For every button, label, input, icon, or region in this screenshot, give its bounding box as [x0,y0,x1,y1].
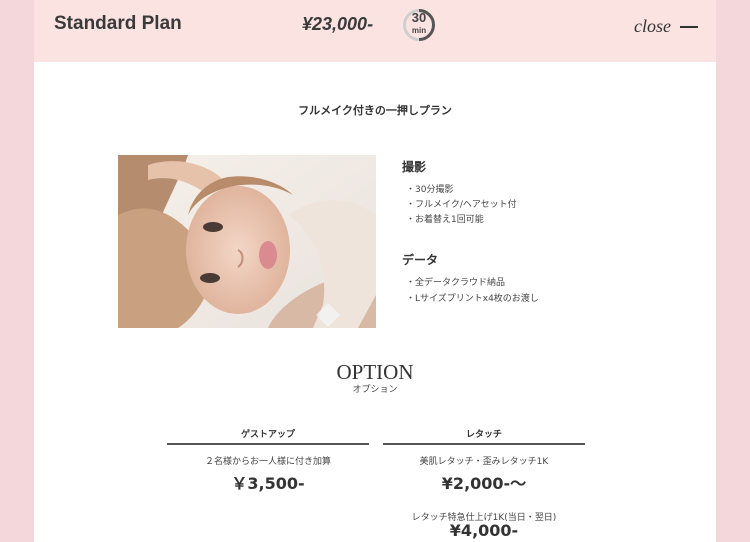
list-item: ・Lサイズプリントx4枚のお渡し [406,294,539,304]
plan-header: Standard Plan ¥23,000- 30 min close [34,0,716,62]
option-description: 美肌レタッチ・歪みレタッチ1K [419,457,549,467]
close-dash-icon [680,26,698,28]
page-background-right [716,0,750,542]
plan-subtitle: フルメイク付きの一押しプラン [298,104,452,117]
option-price: ￥3,500- [231,474,305,493]
duration-unit: min [411,26,427,35]
option-subtitle: オプション [352,385,398,395]
page-background-left [0,0,34,542]
shooting-heading: 撮影 [402,160,427,174]
duration-number: 30 [411,10,427,25]
duration-badge: 30 min [402,8,436,42]
option-description: ２名様からお一人様に付き加算 [204,457,331,467]
plan-detail-panel: Standard Plan ¥23,000- 30 min close フルメイ… [34,0,716,542]
list-item: ・全データクラウド納品 [406,278,506,288]
option-heading-guest-up: ゲストアップ [240,430,295,440]
option-price: ¥2,000-〜 [441,474,527,493]
list-item: ・30分撮影 [406,185,454,195]
option-price: ¥4,000- [449,521,519,540]
close-label: close [634,16,671,36]
list-item: ・お着替え1回可能 [406,215,484,225]
list-item: ・フルメイク/ヘアセット付 [406,200,517,210]
option-divider [383,443,585,445]
option-heading-retouch: レタッチ [465,430,502,440]
plan-price: ¥23,000- [302,14,374,34]
data-heading: データ [402,253,439,267]
close-button[interactable]: close [634,16,704,38]
option-divider [167,443,369,445]
plan-sample-photo [118,155,376,328]
plan-name: Standard Plan [54,13,182,34]
